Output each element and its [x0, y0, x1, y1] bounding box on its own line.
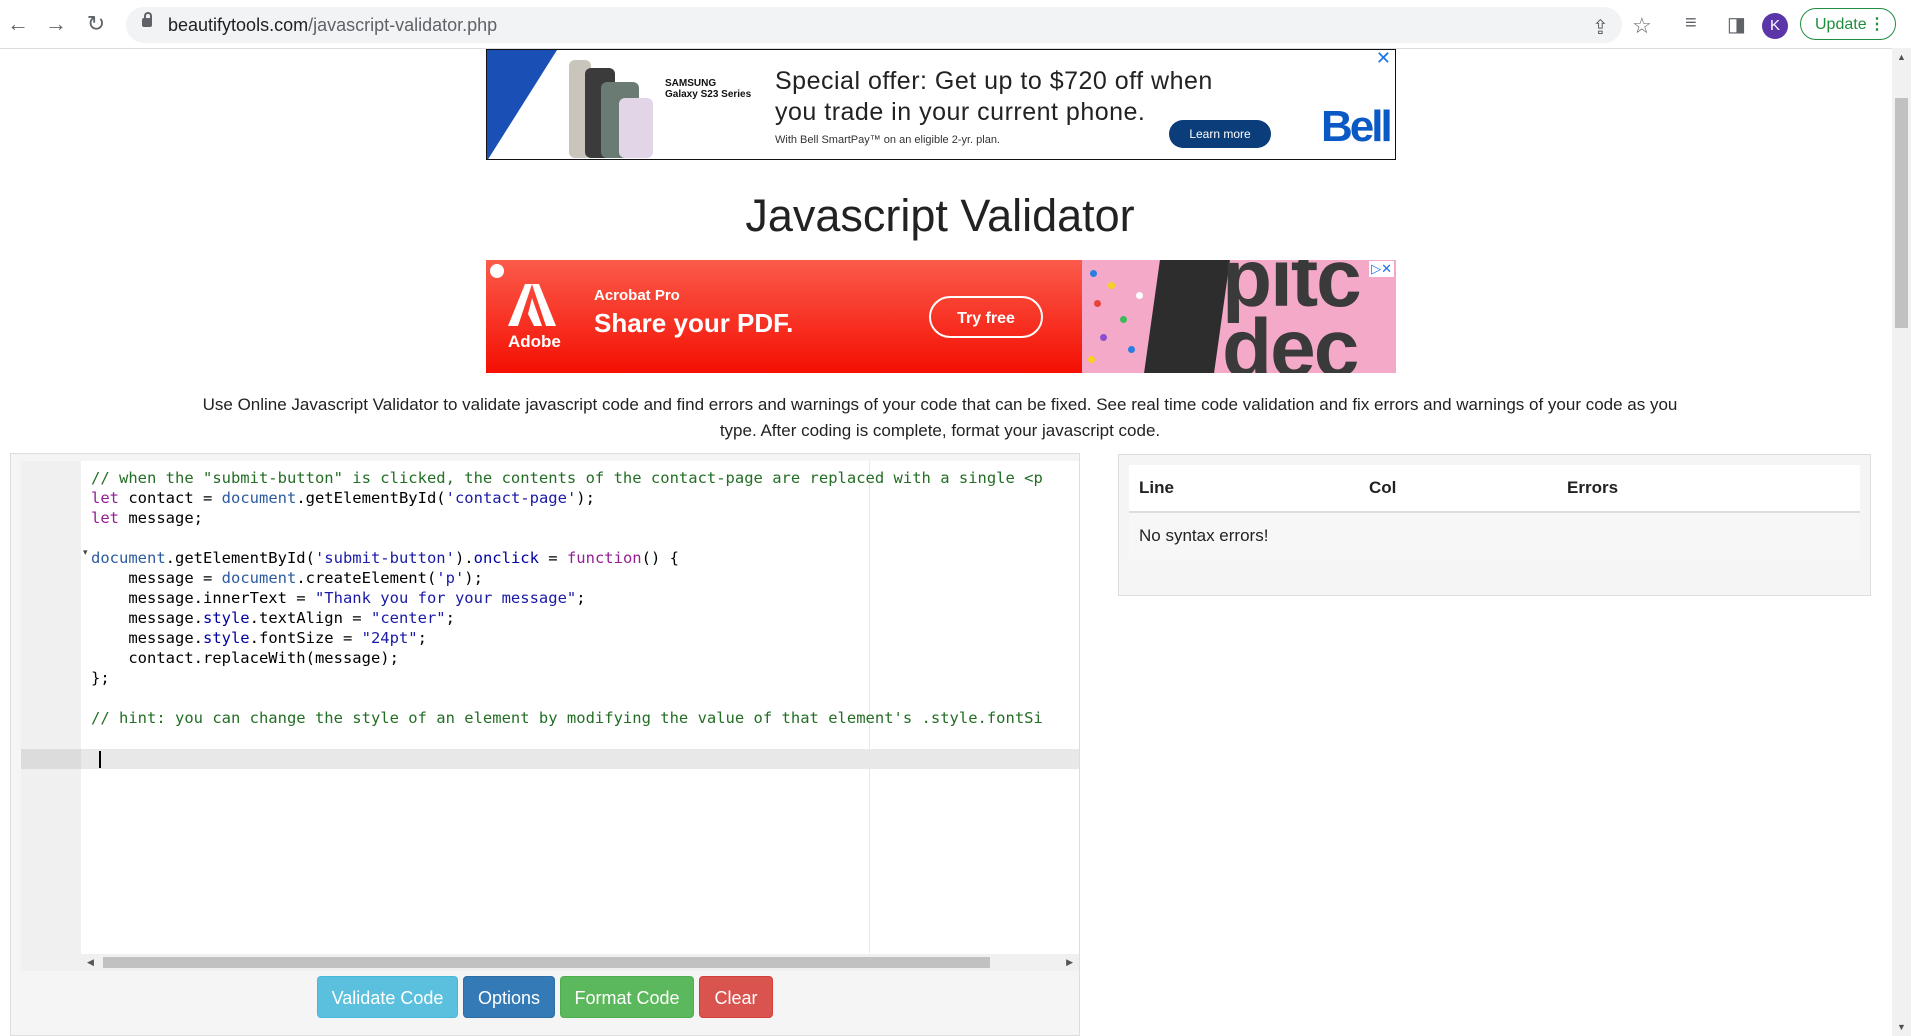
- scroll-down-icon[interactable]: ▼: [1897, 1022, 1906, 1032]
- adobe-acrobat-ad[interactable]: Adobe Acrobat Pro Share your PDF. Try fr…: [486, 260, 1396, 373]
- page-title: Javascript Validator: [745, 190, 1135, 241]
- ad-fine-print: With Bell SmartPay™ on an eligible 2-yr.…: [775, 134, 1000, 146]
- code-line[interactable]: };: [91, 668, 1043, 688]
- errors-table: Line Col Errors No syntax errors!: [1129, 465, 1860, 559]
- share-icon[interactable]: ⇪: [1592, 15, 1609, 40]
- code-line[interactable]: // hint: you can change the style of an …: [91, 708, 1043, 728]
- editor-panel: 123456789101112131415 ▾ // when the "sub…: [10, 453, 1080, 1036]
- scrollbar-thumb[interactable]: [1895, 98, 1908, 328]
- ad-headline: Share your PDF.: [594, 308, 794, 338]
- samsung-bell-ad[interactable]: SAMSUNG Galaxy S23 Series Special offer: …: [486, 49, 1396, 160]
- results-panel: Line Col Errors No syntax errors!: [1118, 454, 1871, 596]
- table-header-row: Line Col Errors: [1129, 465, 1860, 513]
- scroll-up-icon[interactable]: ▲: [1897, 52, 1906, 62]
- code-line[interactable]: [91, 748, 1043, 768]
- page-scrollbar[interactable]: ▲ ▼: [1892, 48, 1911, 1036]
- ad-choices-close-icon[interactable]: ▷✕: [1369, 261, 1394, 277]
- code-line[interactable]: message.style.textAlign = "center";: [91, 608, 1043, 628]
- code-line[interactable]: message = document.createElement('p');: [91, 568, 1043, 588]
- clear-button[interactable]: Clear: [699, 976, 773, 1018]
- code-line[interactable]: document.getElementById('submit-button')…: [91, 548, 1043, 568]
- code-line[interactable]: message.innerText = "Thank you for your …: [91, 588, 1043, 608]
- address-bar[interactable]: beautifytools.com/javascript-validator.p…: [126, 7, 1652, 43]
- page-description: Use Online Javascript Validator to valid…: [202, 395, 1678, 440]
- ad-product-name: Acrobat Pro: [594, 287, 680, 304]
- profile-avatar[interactable]: K: [1762, 13, 1788, 39]
- ad-offer-text: Special offer: Get up to $720 off when yo…: [775, 67, 1213, 126]
- ad-banner-background: Adobe Acrobat Pro Share your PDF. Try fr…: [486, 260, 1082, 373]
- ad-close-icon[interactable]: ✕: [1376, 50, 1391, 69]
- hscroll-thumb[interactable]: [103, 957, 990, 968]
- back-icon[interactable]: ←: [6, 12, 30, 36]
- active-line-gutter: [21, 749, 81, 769]
- code-line[interactable]: // when the "submit-button" is clicked, …: [91, 468, 1043, 488]
- bookmark-star-icon[interactable]: ☆: [1632, 13, 1652, 39]
- reload-icon[interactable]: ↻: [84, 12, 108, 36]
- ad-corner-graphic: [487, 50, 557, 159]
- code-content[interactable]: // when the "submit-button" is clicked, …: [91, 468, 1043, 768]
- fold-toggle-icon[interactable]: ▾: [83, 547, 88, 558]
- scroll-right-icon[interactable]: ▶: [1066, 957, 1073, 968]
- bell-logo: Bell: [1321, 102, 1393, 151]
- code-line[interactable]: [91, 728, 1043, 748]
- url-text[interactable]: beautifytools.com/javascript-validator.p…: [168, 15, 497, 36]
- validate-code-button[interactable]: Validate Code: [317, 976, 458, 1018]
- text-cursor: [99, 751, 101, 768]
- format-code-button[interactable]: Format Code: [560, 976, 694, 1018]
- side-panel-icon[interactable]: ◨: [1727, 12, 1746, 37]
- phones-image: [567, 54, 657, 159]
- code-editor[interactable]: 123456789101112131415 ▾ // when the "sub…: [21, 461, 1079, 971]
- lock-icon[interactable]: [142, 12, 152, 27]
- learn-more-button[interactable]: Learn more: [1169, 120, 1271, 148]
- samsung-logo: SAMSUNG Galaxy S23 Series: [665, 78, 752, 100]
- no-errors-message: No syntax errors!: [1129, 512, 1860, 559]
- code-line[interactable]: contact.replaceWith(message);: [91, 648, 1043, 668]
- code-line[interactable]: let contact = document.getElementById('c…: [91, 488, 1043, 508]
- line-number-gutter: [21, 461, 81, 971]
- more-menu-icon[interactable]: ⋮: [1869, 9, 1885, 41]
- ad-shield-icon: [490, 264, 504, 278]
- code-line[interactable]: message.style.fontSize = "24pt";: [91, 628, 1043, 648]
- try-free-button[interactable]: Try free: [929, 296, 1043, 338]
- header-errors: Errors: [1557, 465, 1860, 513]
- header-col: Col: [1359, 465, 1557, 513]
- code-line[interactable]: [91, 688, 1043, 708]
- pitch-deck-text: pitc dec: [1222, 260, 1362, 373]
- code-line[interactable]: [91, 528, 1043, 548]
- options-button[interactable]: Options: [463, 976, 555, 1018]
- reading-list-icon[interactable]: ≡: [1685, 12, 1697, 35]
- table-row: No syntax errors!: [1129, 512, 1860, 559]
- pitch-deck-image: pitc dec ▷✕: [1082, 260, 1396, 373]
- code-line[interactable]: let message;: [91, 508, 1043, 528]
- update-button[interactable]: Update ⋮: [1800, 8, 1896, 40]
- browser-toolbar: ← → ↻ beautifytools.com/javascript-valid…: [0, 0, 1911, 49]
- editor-horizontal-scrollbar[interactable]: ◀ ▶: [81, 954, 1079, 971]
- header-line: Line: [1129, 465, 1359, 513]
- scroll-left-icon[interactable]: ◀: [87, 957, 94, 968]
- adobe-logo-icon: [508, 284, 556, 326]
- forward-icon[interactable]: →: [44, 12, 68, 36]
- adobe-wordmark: Adobe: [508, 332, 561, 351]
